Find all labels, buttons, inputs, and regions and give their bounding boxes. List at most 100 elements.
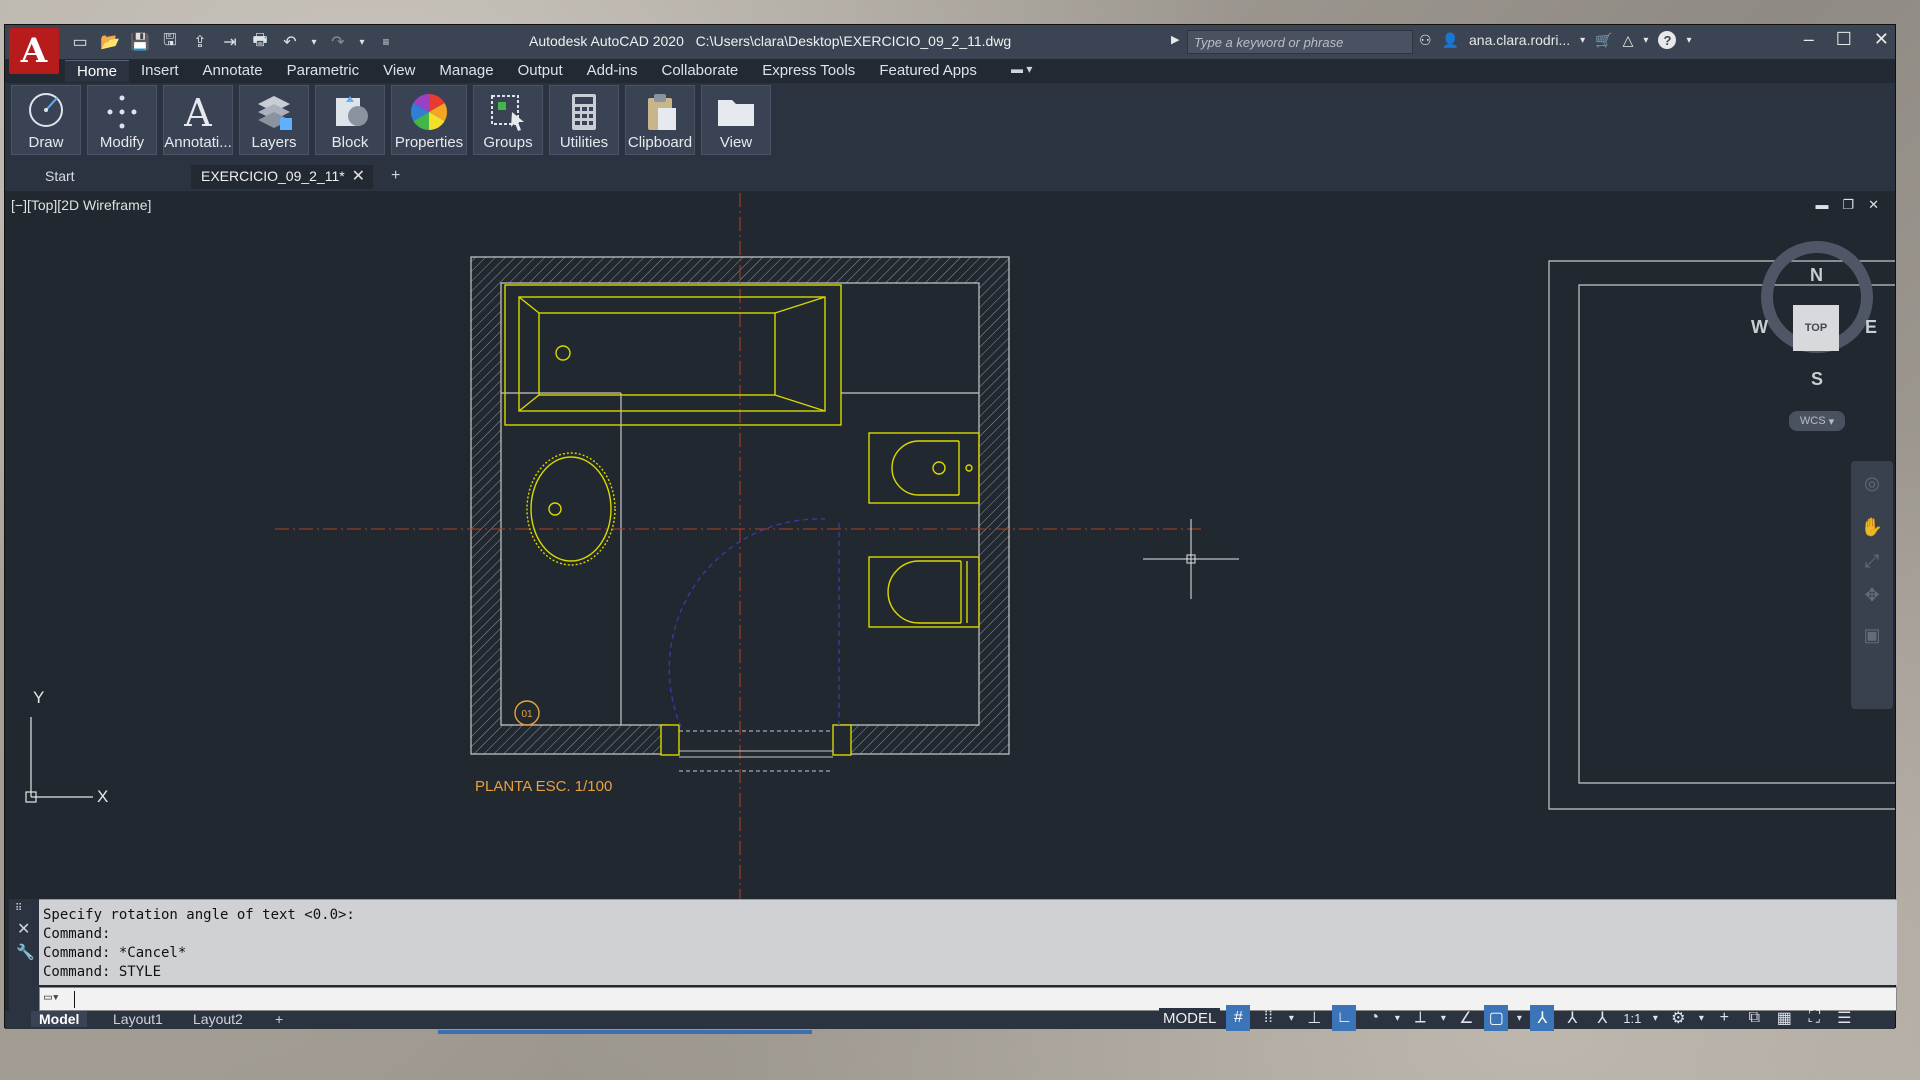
tab-annotate[interactable]: Annotate (191, 60, 275, 82)
tab-express-tools[interactable]: Express Tools (750, 60, 867, 82)
share-icon[interactable]: ⇥ (219, 31, 241, 53)
workspace-gear-icon[interactable]: ⚙ (1666, 1005, 1690, 1031)
save-as-icon[interactable]: 🖫 (159, 31, 181, 53)
autodesk-app-icon[interactable]: △ (1623, 32, 1634, 49)
isometric-icon[interactable]: ⟂ (1408, 1005, 1432, 1031)
ribbon-display-toggle-icon[interactable]: ▬ ▾ (1011, 62, 1032, 76)
user-dropdown-icon[interactable]: ▾ (1580, 35, 1585, 46)
polar-dropdown-icon[interactable]: ▾ (1392, 1005, 1402, 1031)
search-input[interactable]: Type a keyword or phrase (1187, 30, 1413, 54)
viewcube-west[interactable]: W (1751, 317, 1768, 338)
customization-menu-icon[interactable]: ☰ (1832, 1005, 1856, 1031)
close-tab-icon[interactable]: ✕ (352, 166, 365, 186)
hardware-acceleration-icon[interactable]: ▦ (1772, 1005, 1796, 1031)
orbit-icon[interactable]: ✥ (1859, 585, 1885, 611)
save-icon[interactable]: 💾 (129, 31, 151, 53)
search-expand-icon[interactable]: ▶ (1171, 33, 1179, 46)
annotation-scale-value[interactable]: 1:1 (1620, 1005, 1644, 1031)
block-panel-button[interactable]: Block (315, 85, 385, 155)
cart-icon[interactable]: 🛒 (1595, 32, 1612, 49)
user-icon[interactable]: 👤 (1442, 32, 1459, 49)
minimize-icon[interactable]: – (1804, 29, 1814, 50)
object-snap-tracking-icon[interactable]: ∠ (1454, 1005, 1478, 1031)
command-customize-icon[interactable]: 🔧 (16, 943, 35, 961)
command-grip-icon[interactable]: ⠿ (15, 903, 22, 914)
open-file-icon[interactable]: 📂 (99, 31, 121, 53)
command-line-handle[interactable]: ⠿ ✕ 🔧 (9, 899, 39, 1011)
clipboard-panel-button[interactable]: Clipboard (625, 85, 695, 155)
tab-add-ins[interactable]: Add-ins (575, 60, 650, 82)
viewcube-east[interactable]: E (1865, 317, 1877, 338)
clean-screen-icon[interactable]: ⛶ (1802, 1005, 1826, 1031)
tab-layout1[interactable]: Layout1 (105, 1011, 171, 1027)
user-name[interactable]: ana.clara.rodri... (1469, 32, 1570, 48)
tab-collaborate[interactable]: Collaborate (649, 60, 750, 82)
grid-icon[interactable]: # (1226, 1005, 1251, 1031)
isometric-dropdown-icon[interactable]: ▾ (1438, 1005, 1448, 1031)
layers-panel-button[interactable]: Layers (239, 85, 309, 155)
tab-view[interactable]: View (371, 60, 427, 82)
scale-dropdown-icon[interactable]: ▾ (1650, 1005, 1660, 1031)
annotation-panel-label: Annotati... (164, 134, 232, 151)
tab-insert[interactable]: Insert (129, 60, 191, 82)
add-layout-button[interactable]: + (267, 1011, 291, 1027)
tab-parametric[interactable]: Parametric (275, 60, 372, 82)
tab-featured-apps[interactable]: Featured Apps (867, 60, 989, 82)
modify-panel-button[interactable]: Modify (87, 85, 157, 155)
zoom-extents-icon[interactable]: ⤢ (1859, 551, 1885, 577)
redo-icon[interactable]: ↷ (327, 31, 349, 53)
close-icon[interactable]: ✕ (1874, 29, 1889, 50)
tab-layout2[interactable]: Layout2 (185, 1011, 251, 1027)
tab-home[interactable]: Home (65, 60, 130, 82)
application-menu-button[interactable]: A (9, 28, 59, 74)
showmotion-icon[interactable]: ▣ (1859, 625, 1885, 651)
redo-dropdown-icon[interactable]: ▾ (357, 31, 367, 53)
maximize-icon[interactable]: ☐ (1836, 29, 1852, 50)
auto-scale-icon[interactable]: ⅄ (1560, 1005, 1584, 1031)
plot-icon[interactable]: 🖶 (249, 31, 271, 53)
annotation-panel-button[interactable]: A Annotati... (163, 85, 233, 155)
view-panel-button[interactable]: View (701, 85, 771, 155)
tab-output[interactable]: Output (506, 60, 575, 82)
viewcube-top-face[interactable]: TOP (1793, 305, 1839, 351)
tab-start[interactable]: Start (35, 165, 185, 189)
help-icon[interactable]: ? (1658, 31, 1677, 49)
customize-qat-icon[interactable]: ≡ (375, 31, 397, 53)
command-close-icon[interactable]: ✕ (17, 919, 30, 939)
open-web-icon[interactable]: ⇪ (189, 31, 211, 53)
object-snap-icon[interactable]: ▢ (1484, 1005, 1509, 1031)
app-dropdown-icon[interactable]: ▾ (1643, 35, 1648, 46)
annotation-visibility-icon[interactable]: ⅄ (1530, 1005, 1555, 1031)
isolate-objects-icon[interactable]: ⧉ (1742, 1005, 1766, 1031)
model-space-button[interactable]: MODEL (1159, 1007, 1221, 1029)
groups-panel-button[interactable]: Groups (473, 85, 543, 155)
snap-icon[interactable]: ⁞⁞ (1256, 1005, 1280, 1031)
new-tab-button[interactable]: + (391, 167, 400, 185)
tab-manage[interactable]: Manage (427, 60, 505, 82)
tab-model[interactable]: Model (31, 1011, 88, 1027)
draw-panel-button[interactable]: Draw (11, 85, 81, 155)
binoculars-icon[interactable]: ⚇ (1419, 32, 1432, 49)
object-snap-dropdown-icon[interactable]: ▾ (1514, 1005, 1524, 1031)
new-file-icon[interactable]: ▭ (69, 31, 91, 53)
pan-icon[interactable]: ✋ (1859, 517, 1885, 543)
undo-icon[interactable]: ↶ (279, 31, 301, 53)
utilities-panel-button[interactable]: Utilities (549, 85, 619, 155)
viewcube-south[interactable]: S (1811, 369, 1823, 390)
steering-wheel-icon[interactable]: ◎ (1859, 473, 1885, 499)
infer-constraints-icon[interactable]: ⊥ (1302, 1005, 1326, 1031)
help-dropdown-icon[interactable]: ▾ (1686, 35, 1691, 46)
tab-document[interactable]: EXERCICIO_09_2_11* ✕ (191, 165, 373, 189)
wcs-dropdown[interactable]: WCS ▾ (1789, 411, 1845, 431)
properties-panel-button[interactable]: Properties (391, 85, 467, 155)
ortho-icon[interactable]: ∟ (1332, 1005, 1357, 1031)
annotation-monitor-icon[interactable]: + (1712, 1005, 1736, 1031)
workspace-dropdown-icon[interactable]: ▾ (1696, 1005, 1706, 1031)
annotation-scale-icon[interactable]: ⅄ (1590, 1005, 1614, 1031)
recent-commands-icon[interactable]: ▭▾ (44, 990, 60, 1005)
undo-dropdown-icon[interactable]: ▾ (309, 31, 319, 53)
polar-tracking-icon[interactable]: ◔ (1362, 1005, 1386, 1031)
drawing-canvas[interactable]: [−][Top][2D Wireframe] ▬ ❐ ✕ 01 PLANTA E… (5, 193, 1895, 899)
viewcube-north[interactable]: N (1810, 265, 1823, 286)
snap-dropdown-icon[interactable]: ▾ (1286, 1005, 1296, 1031)
